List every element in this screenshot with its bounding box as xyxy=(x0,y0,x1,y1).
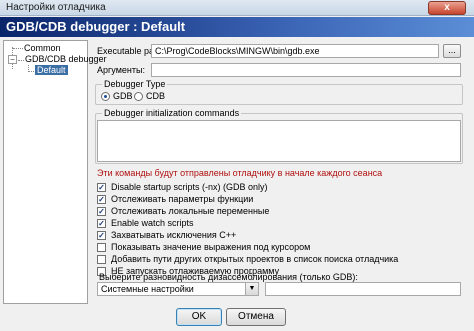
checkbox-box[interactable]: ✓ xyxy=(97,219,106,228)
settings-tree: Common − GDB/CDB debugger Default xyxy=(3,40,107,304)
checkbox-label: Disable startup scripts (-nx) (GDB only) xyxy=(111,182,268,192)
page-header: GDB/CDB debugger : Default xyxy=(0,17,474,37)
disasm-extra-input[interactable] xyxy=(265,282,461,296)
checkbox-label: Показывать значение выражения под курсор… xyxy=(111,242,311,252)
radio-cdb-label: CDB xyxy=(146,91,166,101)
disasm-flavor-select[interactable]: Системные настройки ▼ xyxy=(97,282,259,296)
debugger-type-label: Debugger Type xyxy=(102,79,168,89)
radio-gdb-label: GDB xyxy=(113,91,133,101)
checkbox-box[interactable]: ✓ xyxy=(97,195,106,204)
checkbox-label: Отслеживать параметры функции xyxy=(111,194,254,204)
checkbox-box[interactable] xyxy=(97,243,106,252)
window-titlebar: Настройки отладчика x xyxy=(0,0,474,16)
radio-cdb[interactable] xyxy=(134,92,143,101)
checkbox-box[interactable]: ✓ xyxy=(97,207,106,216)
radio-gdb[interactable] xyxy=(101,92,110,101)
window-title: Настройки отладчика xyxy=(6,2,106,13)
cancel-button[interactable]: Отмена xyxy=(226,308,286,326)
tree-collapse-icon[interactable]: − xyxy=(8,55,17,64)
checkbox-box[interactable]: ✓ xyxy=(97,183,106,192)
debugger-type-group: Debugger Type GDB CDB xyxy=(95,79,463,105)
arguments-input[interactable] xyxy=(151,63,461,77)
init-commands-textarea[interactable] xyxy=(97,120,461,162)
page-title: GDB/CDB debugger : Default xyxy=(6,19,186,34)
disasm-flavor-value: Системные настройки xyxy=(101,284,194,294)
disasm-flavor-label: Выберите разновидность дизассемблировани… xyxy=(99,272,358,282)
chevron-down-icon[interactable]: ▼ xyxy=(245,283,258,295)
init-commands-label: Debugger initialization commands xyxy=(102,108,242,118)
checkbox-box[interactable]: ✓ xyxy=(97,231,106,240)
checkbox-label: Захватывать исключения C++ xyxy=(111,230,237,240)
init-commands-warning: Эти команды будут отправлены отладчику в… xyxy=(97,168,383,178)
tree-connector xyxy=(13,48,23,49)
browse-button[interactable]: ... xyxy=(443,44,461,58)
checkbox-label: Enable watch scripts xyxy=(111,218,194,228)
tree-connector xyxy=(28,71,34,72)
tree-item-common[interactable]: Common xyxy=(24,43,61,53)
tree-connector xyxy=(18,60,24,61)
ok-button[interactable]: OK xyxy=(176,308,222,326)
close-button[interactable]: x xyxy=(428,1,466,15)
tree-item-default[interactable]: Default xyxy=(35,65,68,75)
settings-panel: Executable path: C:\Prog\CodeBlocks\MING… xyxy=(91,40,469,304)
executable-path-input[interactable]: C:\Prog\CodeBlocks\MINGW\bin\gdb.exe xyxy=(151,44,439,58)
arguments-label: Аргументы: xyxy=(97,65,145,75)
checkbox-label: Отслеживать локальные переменные xyxy=(111,206,270,216)
checkbox-label: Добавить пути других открытых проектов в… xyxy=(111,254,399,264)
checkbox-box[interactable] xyxy=(97,255,106,264)
close-icon: x xyxy=(444,2,450,13)
